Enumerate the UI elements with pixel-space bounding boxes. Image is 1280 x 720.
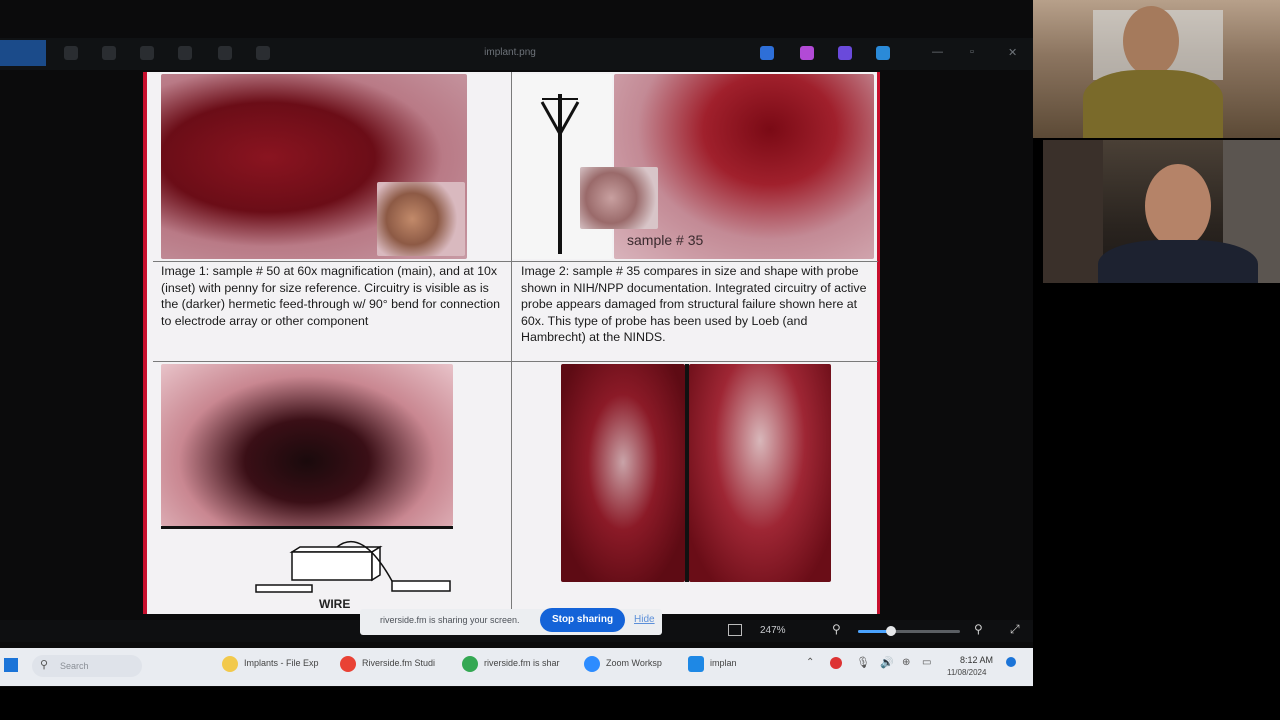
taskbar-app-riverside-share[interactable]: riverside.fm is shar xyxy=(484,658,560,668)
probe-damage-photo-right xyxy=(689,364,831,582)
divider xyxy=(511,72,512,612)
clock-date[interactable]: 11/08/2024 xyxy=(947,668,986,677)
chrome-icon[interactable] xyxy=(462,656,478,672)
favorite-icon[interactable] xyxy=(140,46,154,60)
clock-time[interactable]: 8:12 AM xyxy=(960,655,993,665)
fullscreen-icon[interactable]: ⤢ xyxy=(1010,622,1020,637)
slide-image: sample # 35 Image 1: sample # 50 at 60x … xyxy=(143,72,880,614)
fit-to-window-icon[interactable] xyxy=(728,624,742,636)
ai-tool-icon[interactable] xyxy=(760,46,774,60)
taskbar-app-riverside-studio[interactable]: Riverside.fm Studi xyxy=(362,658,435,668)
close-icon[interactable]: ✕ xyxy=(1008,46,1017,59)
home-icon[interactable] xyxy=(64,46,78,60)
participant-head xyxy=(1123,6,1179,76)
folder-icon[interactable] xyxy=(222,656,238,672)
taskbar-app-implant[interactable]: implan xyxy=(710,658,737,668)
chrome-icon[interactable] xyxy=(340,656,356,672)
participant-body xyxy=(1083,70,1223,138)
delete-icon[interactable] xyxy=(102,46,116,60)
wire-connector-diagram xyxy=(252,537,457,602)
hide-banner-link[interactable]: Hide xyxy=(634,614,655,625)
edit-icon[interactable] xyxy=(178,46,192,60)
more-options-icon[interactable] xyxy=(256,46,270,60)
zoom-in-icon[interactable]: ⚲ xyxy=(974,622,983,636)
volume-icon[interactable]: 🔊 xyxy=(880,656,894,669)
chevron-up-icon[interactable]: ⌃ xyxy=(806,657,814,668)
wire-label: WIRE xyxy=(319,597,351,611)
photo-underline xyxy=(161,526,453,529)
taskbar-app-file-explorer[interactable]: Implants - File Exp xyxy=(244,658,319,668)
zoom-slider-handle[interactable] xyxy=(886,626,896,636)
network-icon[interactable]: ⊕ xyxy=(902,657,910,668)
zoom-icon[interactable] xyxy=(584,656,600,672)
maximize-icon[interactable]: ▫ xyxy=(970,46,974,58)
copilot-icon[interactable] xyxy=(800,46,814,60)
taskbar-app-zoom[interactable]: Zoom Worksp xyxy=(606,658,662,668)
probe-damage-photo-left xyxy=(561,364,685,582)
participant-body xyxy=(1098,240,1258,283)
share-banner-text: riverside.fm is sharing your screen. xyxy=(380,615,520,625)
tray-app-icon[interactable] xyxy=(830,657,842,669)
caption-image-1: Image 1: sample # 50 at 60x magnificatio… xyxy=(161,264,501,328)
penny-inset-photo xyxy=(377,182,465,256)
notification-icon[interactable] xyxy=(1006,657,1016,667)
participant-video-1 xyxy=(1033,0,1280,138)
bookshelf xyxy=(1043,140,1103,283)
designer-icon[interactable] xyxy=(838,46,852,60)
stop-sharing-button[interactable]: Stop sharing xyxy=(540,608,625,632)
search-icon: ⚲ xyxy=(40,659,49,671)
minimize-icon[interactable]: — xyxy=(932,46,943,58)
photos-icon[interactable] xyxy=(688,656,704,672)
participant-video-2 xyxy=(1043,140,1280,283)
window-title: implant.png xyxy=(484,47,536,58)
start-button-icon[interactable] xyxy=(4,658,18,672)
microphone-icon[interactable]: 🎙 xyxy=(856,656,870,669)
taskbar-search-placeholder: Search xyxy=(60,661,89,671)
zoom-level[interactable]: 247% xyxy=(760,625,786,636)
sample-35-label: sample # 35 xyxy=(627,232,704,248)
sample-35-inset-photo xyxy=(580,167,658,229)
divider xyxy=(153,261,878,262)
participant-head xyxy=(1145,164,1211,248)
share-icon[interactable] xyxy=(218,46,232,60)
zoom-out-icon[interactable]: ⚲ xyxy=(832,622,841,636)
battery-icon[interactable]: ▭ xyxy=(922,657,931,668)
caption-image-2: Image 2: sample # 35 compares in size an… xyxy=(521,264,867,345)
feedthrough-photo xyxy=(161,364,453,526)
divider xyxy=(153,361,878,362)
app-badge xyxy=(0,40,46,66)
cloud-icon[interactable] xyxy=(876,46,890,60)
